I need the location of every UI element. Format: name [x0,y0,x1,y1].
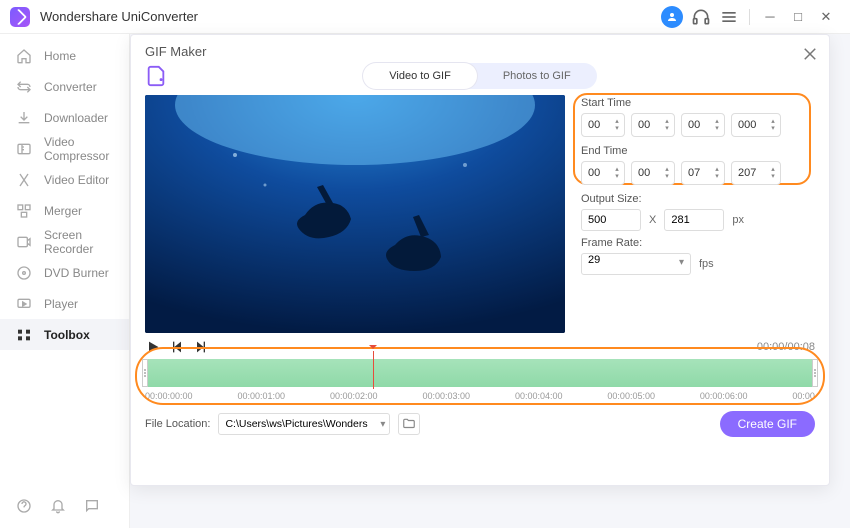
sidebar-item-label: Player [44,297,78,311]
sidebar-item-home[interactable]: Home [0,40,129,71]
timeline-track[interactable] [145,359,815,387]
minimize-button[interactable]: ─ [756,3,784,31]
home-icon [16,48,32,64]
download-icon [16,110,32,126]
menu-icon[interactable] [715,3,743,31]
trim-handle-left[interactable] [142,359,148,387]
fps-select[interactable]: 29 [581,253,691,275]
start-h-input[interactable]: 00▴▾ [581,113,625,137]
sidebar-item-label: Toolbox [44,328,90,342]
end-h-input[interactable]: 00▴▾ [581,161,625,185]
panel-title: GIF Maker [131,35,829,63]
sidebar-item-label: Video Compressor [44,135,129,163]
sidebar-item-downloader[interactable]: Downloader [0,102,129,133]
app-title: Wondershare UniConverter [40,9,198,24]
app-logo [10,7,30,27]
add-file-icon[interactable] [145,65,167,87]
start-time-label: Start Time [581,97,815,109]
sidebar: Home Converter Downloader Video Compress… [0,34,130,528]
help-icon[interactable] [16,498,32,514]
create-gif-button[interactable]: Create GIF [720,411,815,437]
sidebar-bottom [0,486,129,528]
gif-maker-panel: GIF Maker Video to GIF Photos to GIF [130,34,830,486]
file-location-select[interactable]: C:\Users\ws\Pictures\Wonders [218,413,390,435]
sidebar-item-merger[interactable]: Merger [0,195,129,226]
end-s-input[interactable]: 07▴▾ [681,161,725,185]
editor-icon [16,172,32,188]
sidebar-item-label: Home [44,49,76,63]
end-ms-input[interactable]: 207▴▾ [731,161,781,185]
close-button[interactable]: ✕ [812,3,840,31]
compress-icon [16,141,32,157]
sidebar-item-player[interactable]: Player [0,288,129,319]
feedback-icon[interactable] [84,498,100,514]
sidebar-item-label: Video Editor [44,173,109,187]
tab-video-to-gif[interactable]: Video to GIF [363,63,477,89]
px-unit: px [732,214,744,226]
toolbox-icon [16,327,32,343]
bell-icon[interactable] [50,498,66,514]
maximize-button[interactable]: □ [784,3,812,31]
user-avatar-icon[interactable] [661,6,683,28]
end-m-input[interactable]: 00▴▾ [631,161,675,185]
timeline-ruler: 00:00:00:0000:00:01:0000:00:02:0000:00:0… [145,391,815,401]
sidebar-item-label: Merger [44,204,82,218]
output-width-input[interactable] [581,209,641,231]
close-icon[interactable] [801,45,819,63]
sidebar-item-recorder[interactable]: Screen Recorder [0,226,129,257]
settings-pane: Start Time 00▴▾ 00▴▾ 00▴▾ 000▴▾ End Time… [581,95,815,333]
merger-icon [16,203,32,219]
mode-tabs: Video to GIF Photos to GIF [363,63,596,89]
output-height-input[interactable] [664,209,724,231]
sidebar-item-label: Screen Recorder [44,228,129,256]
converter-icon [16,79,32,95]
titlebar: Wondershare UniConverter ─ □ ✕ [0,0,850,34]
transport-time: 00:00/00:08 [757,341,815,353]
trim-handle-right[interactable] [812,359,818,387]
player-icon [16,296,32,312]
open-folder-button[interactable] [398,413,420,435]
tab-photos-to-gif[interactable]: Photos to GIF [477,63,597,89]
dvd-icon [16,265,32,281]
sidebar-item-toolbox[interactable]: Toolbox [0,319,129,350]
start-ms-input[interactable]: 000▴▾ [731,113,781,137]
sidebar-item-editor[interactable]: Video Editor [0,164,129,195]
video-preview [145,95,565,333]
x-separator: X [649,214,656,226]
headphones-icon[interactable] [687,3,715,31]
sidebar-item-converter[interactable]: Converter [0,71,129,102]
end-time-label: End Time [581,145,815,157]
recorder-icon [16,234,32,250]
playhead[interactable] [373,351,374,389]
sidebar-item-label: Converter [44,80,97,94]
sidebar-item-label: Downloader [44,111,108,125]
sidebar-item-label: DVD Burner [44,266,109,280]
file-location-label: File Location: [145,418,210,430]
start-m-input[interactable]: 00▴▾ [631,113,675,137]
sidebar-item-compressor[interactable]: Video Compressor [0,133,129,164]
sidebar-item-dvd[interactable]: DVD Burner [0,257,129,288]
output-size-label: Output Size: [581,193,815,205]
start-s-input[interactable]: 00▴▾ [681,113,725,137]
next-frame-button[interactable] [193,339,209,355]
prev-frame-button[interactable] [169,339,185,355]
fps-unit: fps [699,258,714,270]
play-button[interactable] [145,339,161,355]
frame-rate-label: Frame Rate: [581,237,815,249]
